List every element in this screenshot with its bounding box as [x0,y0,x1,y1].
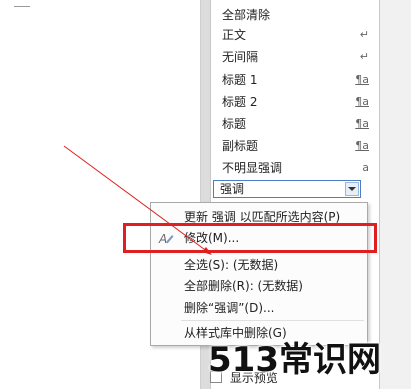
style-item-label: 全部清除 [222,8,271,22]
style-item-label: 无间隔 [222,50,259,64]
style-item-clear-all[interactable]: 全部清除 [215,5,371,25]
style-item-label: 强调 [220,182,245,196]
style-item-emphasis-selected[interactable]: 强调 [213,180,361,198]
menu-separator [181,320,364,321]
style-item-subtitle[interactable]: 副标题 ¶a [215,136,371,156]
linked-style-icon: ¶a [355,73,369,86]
menu-item-delete-all[interactable]: 全部删除(R): (无数据) [184,276,303,296]
character-style-icon: a [362,161,369,174]
page-corner-mark [14,0,30,7]
style-item-label: 不明显强调 [222,161,283,175]
menu-item-label: 全选(S): (无数据) [184,258,279,272]
chevron-down-icon [348,187,356,191]
scroll-area [380,0,411,389]
menu-item-label: 更新 强调 以匹配所选内容(P) [184,210,341,224]
highlight-box [123,223,377,253]
menu-item-select-all[interactable]: 全选(S): (无数据) [184,255,278,275]
paragraph-mark-icon: ↵ [359,28,369,41]
style-item-no-spacing[interactable]: 无间隔 ↵ [215,47,371,67]
style-item-normal[interactable]: 正文 ↵ [215,25,371,45]
menu-item-delete-style[interactable]: 删除“强调”(D)... [184,298,274,318]
paragraph-mark-icon: ↵ [359,50,369,63]
style-dropdown-button[interactable] [345,182,359,196]
linked-style-icon: ¶a [355,95,369,108]
style-item-label: 标题 [222,117,247,131]
menu-item-label: 全部删除(R): (无数据) [184,279,303,293]
menu-item-label: 删除“强调”(D)... [184,301,275,315]
style-item-label: 正文 [222,28,247,42]
linked-style-icon: ¶a [355,117,369,130]
style-item-heading-1[interactable]: 标题 1 ¶a [215,70,371,90]
style-item-heading-2[interactable]: 标题 2 ¶a [215,92,371,112]
style-item-title[interactable]: 标题 ¶a [215,114,371,134]
watermark: 513常识网 [208,340,381,380]
style-item-label: 标题 2 [222,95,258,109]
style-item-label: 副标题 [222,139,259,153]
style-item-label: 标题 1 [222,73,258,87]
style-item-subtle-emphasis[interactable]: 不明显强调 a [215,158,371,178]
linked-style-icon: ¶a [355,139,369,152]
